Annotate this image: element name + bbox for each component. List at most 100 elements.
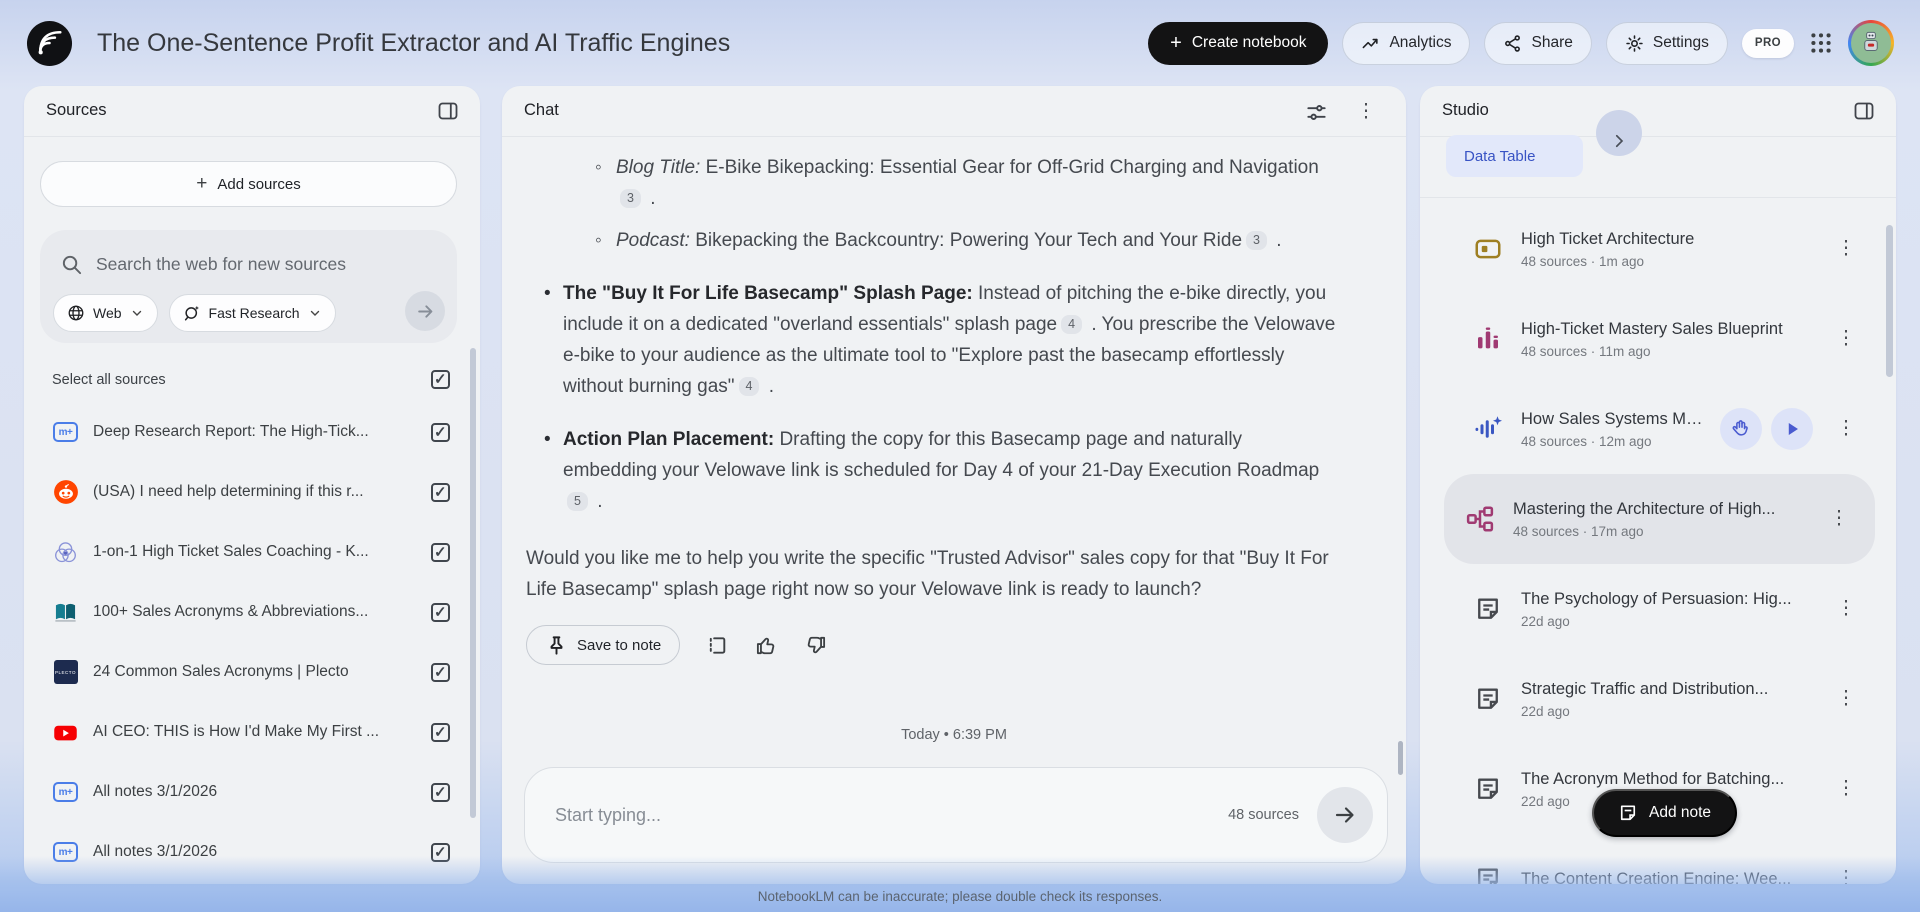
arrow-right-icon [1335,807,1354,823]
chat-timestamp: Today • 6:39 PM [901,727,1007,743]
citation-badge[interactable]: 3 [1246,231,1267,250]
source-favicon [52,599,79,626]
pro-badge: PRO [1741,28,1794,58]
citation-badge[interactable]: 5 [567,492,588,511]
source-title: 100+ Sales Acronyms & Abbreviations... [93,603,369,620]
more-options-icon[interactable]: ⋮ [1827,507,1851,531]
source-checkbox[interactable] [431,842,450,862]
create-notebook-button[interactable]: + Create notebook [1148,21,1329,65]
select-all-row: Select all sources [52,370,450,389]
send-button[interactable] [1317,787,1373,843]
studio-item-meta: 48 sources · 1m ago [1521,253,1645,269]
studio-item-meta: 48 sources · 12m ago [1521,433,1652,449]
interactive-mode-button[interactable] [1720,408,1762,450]
more-options-icon[interactable]: ⋮ [1834,417,1858,441]
note-document-icon [1478,688,1498,709]
chat-settings-icon[interactable] [1305,101,1328,124]
studio-item-title: Strategic Traffic and Distribution... [1521,679,1769,698]
source-row[interactable]: AI CEO: THIS is How I'd Make My First ..… [24,702,480,762]
source-checkbox[interactable] [431,662,450,682]
collapse-studio-icon[interactable] [1852,99,1876,123]
studio-item-title: High Ticket Architecture [1521,229,1695,248]
add-sources-button[interactable]: + Add sources [40,161,457,207]
add-note-button[interactable]: Add note [1592,789,1738,837]
play-button[interactable] [1771,408,1813,450]
more-options-icon[interactable]: ⋮ [1834,597,1858,621]
sub-bullet: Blog Title: E-Bike Bikepacking: Essentia… [595,152,1340,214]
source-checkbox[interactable] [431,782,450,802]
analytics-button[interactable]: Analytics [1342,21,1471,65]
notebooklm-note-icon: m+ [53,422,78,442]
more-options-icon[interactable]: ⋮ [1834,327,1858,351]
source-row[interactable]: PLECTO 24 Common Sales Acronyms | Plecto [24,642,480,702]
source-row[interactable]: m+ All notes 3/1/2026 [24,762,480,822]
citation-badge[interactable]: 3 [620,189,641,208]
thumbs-down-icon[interactable] [804,634,827,657]
carousel-next-button[interactable] [1596,110,1642,156]
source-title: Deep Research Report: The High-Tick... [93,423,369,440]
citation-badge[interactable]: 4 [738,377,760,396]
source-title: AI CEO: THIS is How I'd Make My First ..… [93,723,380,740]
studio-row[interactable]: The Content Creation Engine: Wee... ⋮ [1428,834,1888,884]
studio-row[interactable]: Mastering the Architecture of High... 48… [1444,474,1875,564]
more-options-icon[interactable]: ⋮ [1834,777,1858,801]
source-row[interactable]: m+ Deep Research Report: The High-Tick..… [24,402,480,462]
studio-row[interactable]: How Sales Systems Map... 48 sources · 12… [1428,384,1888,474]
notebook-title[interactable]: The One-Sentence Profit Extractor and AI… [97,29,1134,58]
data-table-chip[interactable]: Data Table [1446,135,1584,177]
apps-grid-icon[interactable] [1808,30,1834,56]
source-checkbox[interactable] [431,602,450,622]
studio-row[interactable]: High-Ticket Mastery Sales Blueprint 48 s… [1428,294,1888,384]
settings-button[interactable]: Settings [1605,21,1728,65]
studio-row[interactable]: High Ticket Architecture 48 sources · 1m… [1428,204,1888,294]
more-options-icon[interactable]: ⋮ [1834,237,1858,261]
avatar[interactable] [1848,20,1894,66]
robot-avatar-image [1864,31,1878,51]
chat-panel: Chat ⋮ Blog Title: E-Bike Bikepacking: E… [502,86,1406,884]
chat-more-options-icon[interactable]: ⋮ [1354,100,1378,124]
note-document-icon [1478,868,1498,884]
source-row[interactable]: (USA) I need help determining if this r.… [24,462,480,522]
studio-scrollbar[interactable] [1886,225,1893,377]
citation-badge[interactable]: 4 [1061,315,1083,334]
source-row[interactable]: 1-on-1 High Ticket Sales Coaching - K... [24,522,480,582]
studio-row[interactable]: Strategic Traffic and Distribution... 22… [1428,654,1888,744]
research-sparkle-icon [184,305,199,321]
source-checkbox[interactable] [431,542,450,562]
select-all-checkbox[interactable] [431,370,450,389]
chat-scrollbar[interactable] [1398,741,1403,775]
plus-icon: + [1170,32,1182,54]
fast-research-dropdown[interactable]: Fast Research [168,294,336,332]
copy-icon[interactable] [706,634,729,657]
note-document-icon [1478,598,1498,619]
more-options-icon[interactable]: ⋮ [1834,867,1858,884]
search-web-input[interactable] [96,253,393,275]
search-submit-button[interactable] [405,291,445,331]
source-row[interactable]: m+ All notes 3/1/2026 [24,822,480,882]
source-favicon [52,479,79,506]
more-options-icon[interactable]: ⋮ [1834,687,1858,711]
share-button[interactable]: Share [1484,21,1592,65]
source-title: All notes 3/1/2026 [93,783,218,800]
source-checkbox[interactable] [431,722,450,742]
thumbs-up-icon[interactable] [755,634,778,657]
collapse-sources-icon[interactable] [436,99,460,123]
bullet: The "Buy It For Life Basecamp" Splash Pa… [544,278,1340,402]
source-favicon: PLECTO [52,659,79,686]
chat-input-box: 48 sources [524,767,1388,863]
source-checkbox[interactable] [431,482,450,502]
audio-waveform-icon [1475,416,1502,438]
notebooklm-logo[interactable] [26,20,73,67]
source-title: (USA) I need help determining if this r.… [93,483,364,500]
source-favicon: m+ [52,779,79,806]
save-to-note-button[interactable]: Save to note [526,625,681,665]
studio-item-title: High-Ticket Mastery Sales Blueprint [1521,319,1783,338]
sources-scrollbar[interactable] [470,348,476,818]
studio-row[interactable]: The Psychology of Persuasion: Hig... 22d… [1428,564,1888,654]
disclaimer: NotebookLM can be inaccurate; please dou… [757,889,1163,904]
source-checkbox[interactable] [431,422,450,442]
source-title: All notes 3/1/2026 [93,843,218,860]
web-source-dropdown[interactable]: Web [53,294,158,332]
chat-input[interactable] [555,804,1211,826]
source-row[interactable]: 100+ Sales Acronyms & Abbreviations... [24,582,480,642]
